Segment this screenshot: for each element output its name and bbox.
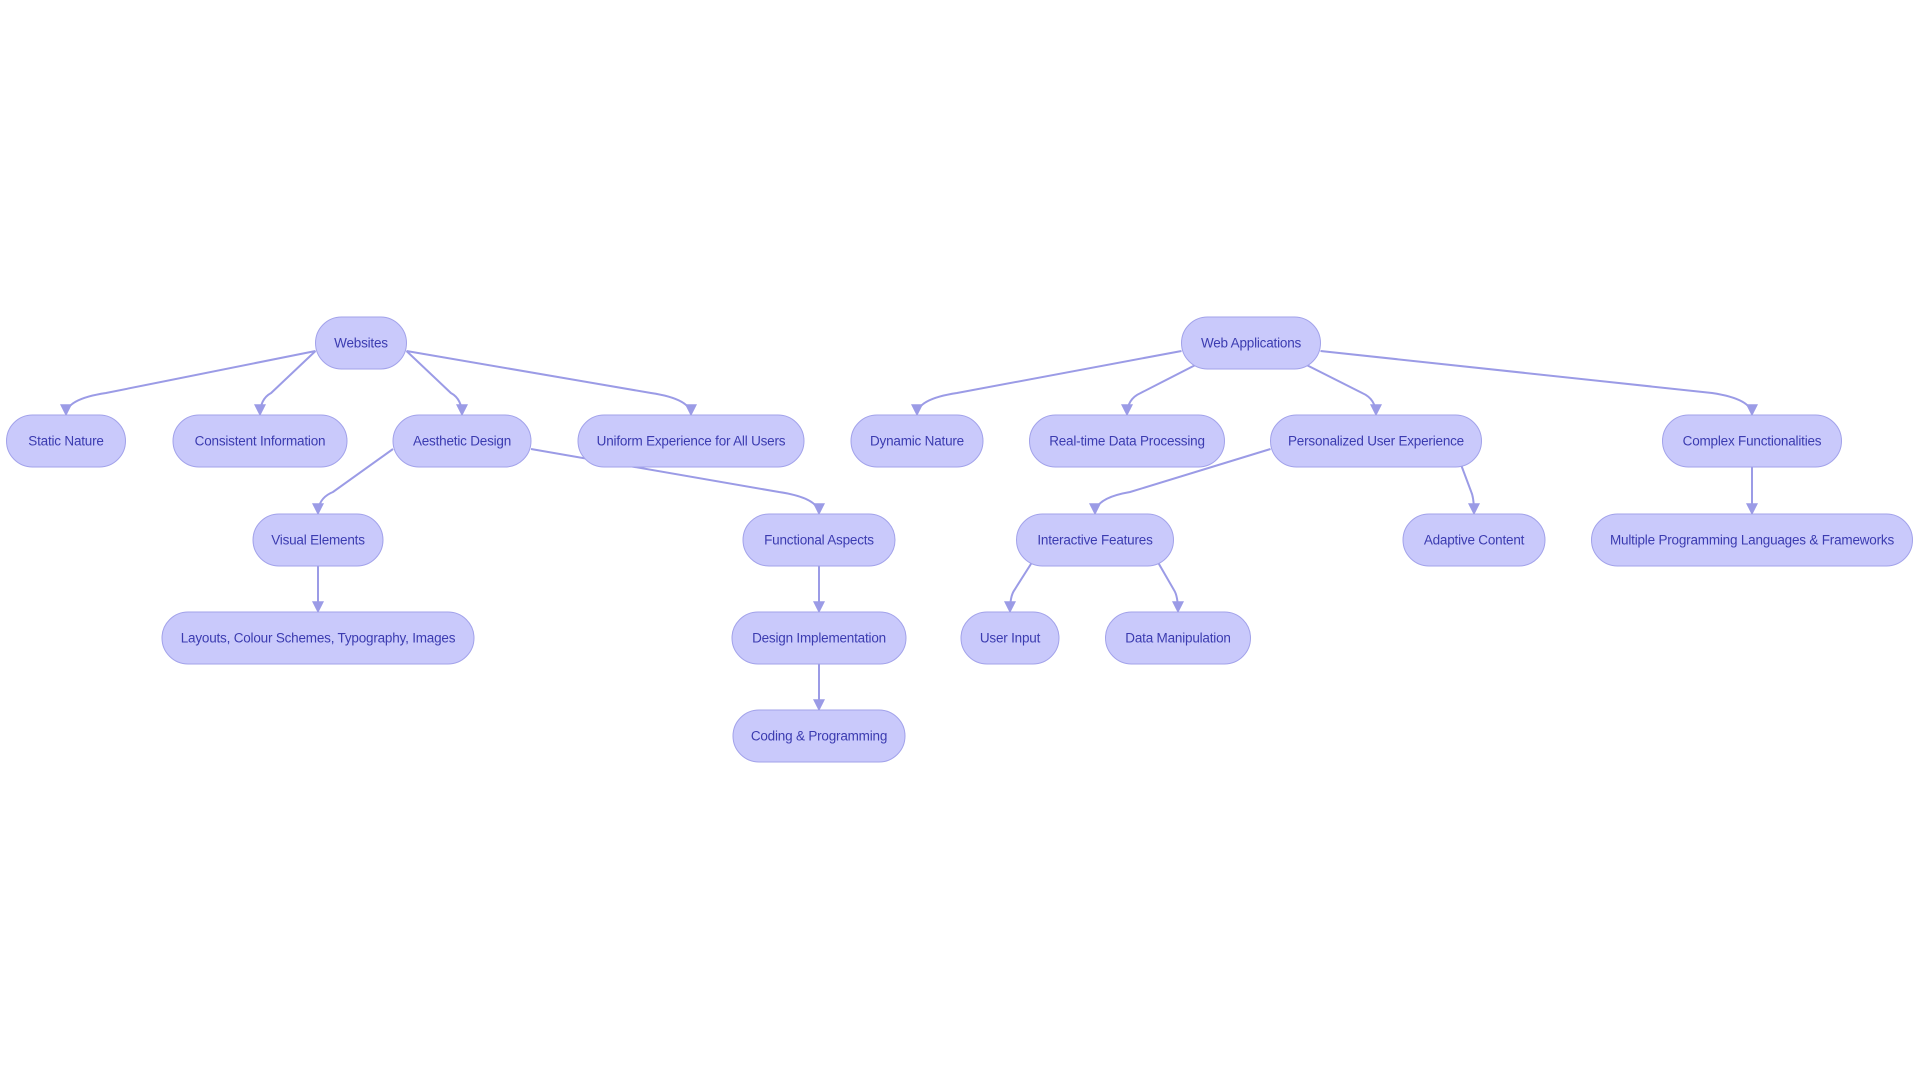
- node-label: Dynamic Nature: [870, 434, 964, 449]
- edge-webapps-to-personalized: [1306, 364, 1382, 417]
- node-consistent[interactable]: Consistent Information: [172, 414, 348, 468]
- edge-websites-to-aesthetic: [405, 350, 468, 417]
- node-label: Consistent Information: [195, 434, 326, 449]
- node-label: Complex Functionalities: [1683, 434, 1822, 449]
- node-webapps[interactable]: Web Applications: [1181, 316, 1321, 370]
- node-label: Real-time Data Processing: [1049, 434, 1205, 449]
- node-label: Websites: [334, 336, 388, 351]
- node-dynamic[interactable]: Dynamic Nature: [850, 414, 984, 468]
- node-multiple[interactable]: Multiple Programming Languages & Framewo…: [1591, 513, 1913, 567]
- node-label: Aesthetic Design: [413, 434, 511, 449]
- node-label: Data Manipulation: [1125, 631, 1230, 646]
- node-label: Personalized User Experience: [1288, 434, 1464, 449]
- node-visual[interactable]: Visual Elements: [252, 513, 384, 567]
- edge-webapps-to-dynamic: [911, 350, 1182, 417]
- node-adaptive[interactable]: Adaptive Content: [1402, 513, 1546, 567]
- node-uniform[interactable]: Uniform Experience for All Users: [577, 414, 805, 468]
- node-label: Static Nature: [28, 434, 103, 449]
- node-personalized[interactable]: Personalized User Experience: [1270, 414, 1482, 468]
- node-interactive[interactable]: Interactive Features: [1016, 513, 1174, 567]
- flowchart-canvas: Websites Static Nature Consistent Informat…: [6, 316, 1913, 763]
- node-label: User Input: [980, 631, 1041, 646]
- node-label: Functional Aspects: [764, 533, 874, 548]
- node-designimpl[interactable]: Design Implementation: [731, 611, 907, 665]
- node-userinput[interactable]: User Input: [960, 611, 1060, 665]
- node-complex[interactable]: Complex Functionalities: [1662, 414, 1842, 468]
- edge-interactive-to-datamanip: [1156, 561, 1184, 614]
- node-label: Adaptive Content: [1424, 533, 1525, 548]
- node-label: Design Implementation: [752, 631, 886, 646]
- node-label: Multiple Programming Languages & Framewo…: [1610, 533, 1894, 548]
- edge-webapps-to-realtime: [1121, 364, 1196, 417]
- node-websites[interactable]: Websites: [315, 316, 407, 370]
- node-label: Interactive Features: [1037, 533, 1153, 548]
- node-layouts[interactable]: Layouts, Colour Schemes, Typography, Ima…: [161, 611, 475, 665]
- node-datamanip[interactable]: Data Manipulation: [1105, 611, 1251, 665]
- node-label: Layouts, Colour Schemes, Typography, Ima…: [181, 631, 456, 646]
- node-label: Coding & Programming: [751, 729, 887, 744]
- edge-personalized-to-adaptive: [1459, 462, 1480, 516]
- node-functional[interactable]: Functional Aspects: [742, 513, 896, 567]
- node-label: Uniform Experience for All Users: [597, 434, 786, 449]
- edge-webapps-to-complex: [1320, 350, 1758, 417]
- edge-websites-to-static: [60, 350, 316, 417]
- node-label: Web Applications: [1201, 336, 1302, 351]
- node-realtime[interactable]: Real-time Data Processing: [1029, 414, 1225, 468]
- node-coding[interactable]: Coding & Programming: [732, 709, 906, 763]
- node-aesthetic[interactable]: Aesthetic Design: [392, 414, 532, 468]
- node-static[interactable]: Static Nature: [6, 414, 126, 468]
- node-label: Visual Elements: [271, 533, 365, 548]
- edge-interactive-to-userinput: [1004, 561, 1034, 614]
- edge-websites-to-uniform: [406, 350, 697, 417]
